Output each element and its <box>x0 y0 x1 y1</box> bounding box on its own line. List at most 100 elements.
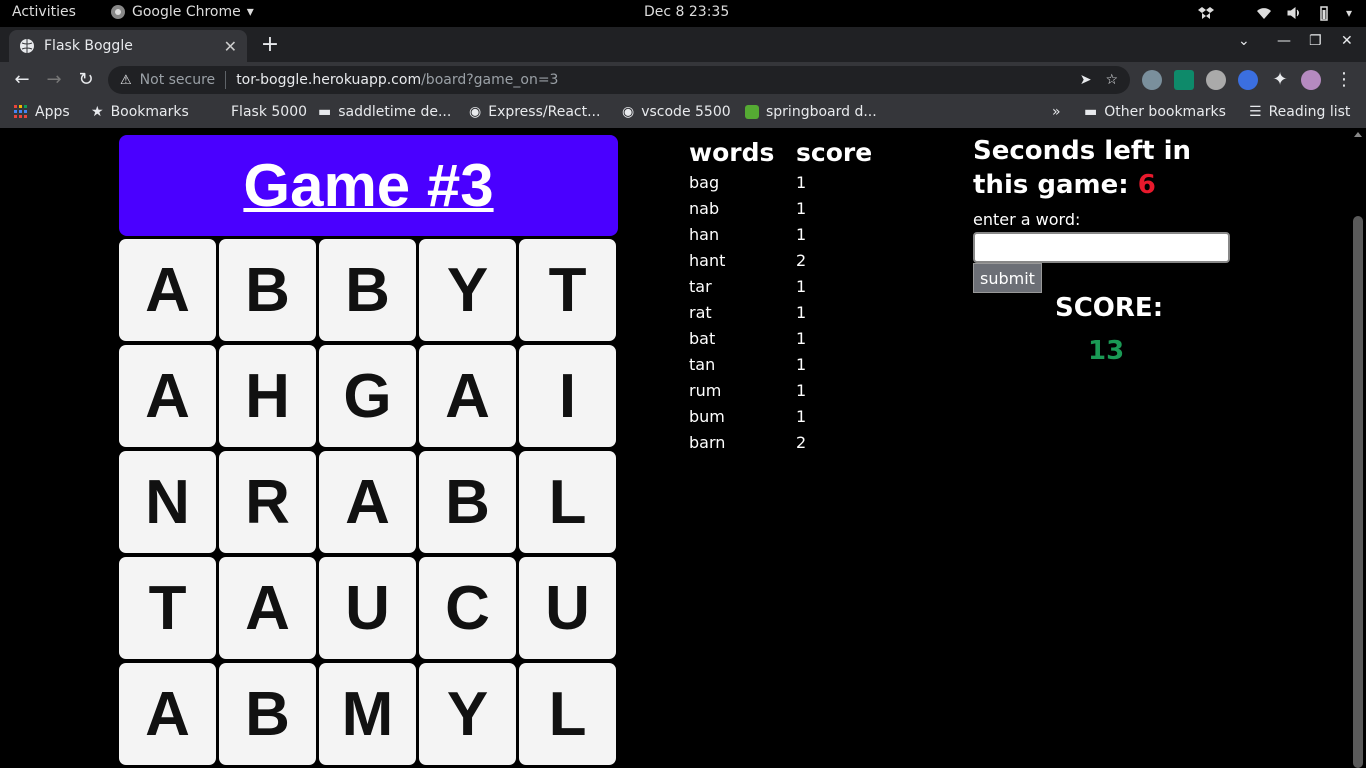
close-window-button[interactable]: ✕ <box>1341 33 1353 49</box>
system-tray[interactable]: ▾ <box>1197 5 1352 21</box>
board-cell: M <box>319 663 416 765</box>
wifi-icon[interactable] <box>1256 5 1272 21</box>
minimize-button[interactable]: — <box>1277 33 1291 49</box>
star-icon[interactable]: ☆ <box>1105 72 1118 88</box>
bookmark-label: Bookmarks <box>110 104 189 120</box>
close-icon[interactable]: ✕ <box>224 37 237 56</box>
bookmark-item[interactable]: springboard d... <box>745 104 877 120</box>
board-cell: B <box>219 663 316 765</box>
bookmark-apps[interactable]: Apps <box>14 104 70 120</box>
page-content: Game #3 ABBYTAHGAINRABLTAUCUABMYL words … <box>0 128 1350 768</box>
new-tab-button[interactable]: + <box>258 32 282 57</box>
bookmarks-overflow-button[interactable]: » <box>1052 104 1061 120</box>
bookmark-item[interactable]: ▬ saddletime de... <box>318 104 451 120</box>
springboard-icon <box>745 105 759 119</box>
timer: Seconds left in this game: 6 <box>973 134 1253 202</box>
table-row: nab 1 <box>689 196 872 222</box>
tab-title: Flask Boggle <box>44 38 133 54</box>
word-input-label: enter a word: <box>973 210 1081 229</box>
table-row: han 1 <box>689 222 872 248</box>
score-cell: 1 <box>796 173 807 192</box>
submit-button[interactable]: submit <box>973 263 1042 293</box>
extension-icon[interactable] <box>1174 70 1194 90</box>
clock[interactable]: Dec 8 23:35 <box>644 4 729 20</box>
word-cell: bag <box>689 173 720 192</box>
reload-button[interactable]: ↻ <box>74 68 98 92</box>
security-label[interactable]: Not secure <box>140 72 216 88</box>
word-cell: hant <box>689 251 726 270</box>
warning-icon[interactable]: ⚠ <box>120 73 132 88</box>
divider <box>225 71 227 89</box>
board-cell: G <box>319 345 416 447</box>
reading-list[interactable]: ☰ Reading list <box>1249 104 1350 120</box>
app-menu[interactable]: Google Chrome ▾ <box>110 4 254 20</box>
chrome-icon <box>111 5 125 19</box>
board-cell: C <box>419 557 516 659</box>
table-row: bat 1 <box>689 326 872 352</box>
word-cell: bum <box>689 407 725 426</box>
menu-icon[interactable]: ⋮ <box>1332 68 1356 92</box>
board-cell: A <box>119 345 216 447</box>
board-cell: R <box>219 451 316 553</box>
board-cell: A <box>119 239 216 341</box>
address-bar[interactable]: ⚠ Not secure tor-boggle.herokuapp.com /b… <box>108 66 1130 94</box>
star-icon: ★ <box>91 104 104 120</box>
score-cell: 1 <box>796 303 807 322</box>
page-scrollbar[interactable] <box>1350 128 1366 768</box>
words-table: words score bag 1 nab 1 han 1 hant 2 tar 1 rat 1 bat… <box>689 136 872 456</box>
bookmark-label: vscode 5500 <box>641 104 731 120</box>
board-cell: Y <box>419 239 516 341</box>
forward-button[interactable]: → <box>42 68 66 92</box>
word-input[interactable] <box>973 232 1230 263</box>
bookmark-label: Apps <box>35 104 70 120</box>
puzzle-icon[interactable]: ✦ <box>1268 68 1292 92</box>
board-cell: U <box>519 557 616 659</box>
tab-search-icon[interactable]: ⌄ <box>1238 33 1250 49</box>
board-cell: A <box>319 451 416 553</box>
extension-icon[interactable] <box>1206 70 1226 90</box>
chevron-down-icon: ▾ <box>246 4 254 20</box>
bookmark-item[interactable]: Flask 5000 <box>231 104 307 120</box>
back-button[interactable]: ← <box>10 68 34 92</box>
extension-icon[interactable] <box>1238 70 1258 90</box>
avatar[interactable] <box>1301 70 1321 90</box>
table-row: barn 2 <box>689 430 872 456</box>
word-cell: rum <box>689 381 722 400</box>
app-menu-label: Google Chrome <box>132 4 241 20</box>
extension-icon[interactable] <box>1142 70 1162 90</box>
table-row: bum 1 <box>689 404 872 430</box>
dropbox-icon[interactable] <box>1197 5 1214 21</box>
bookmark-bookmarks[interactable]: ★ Bookmarks <box>91 104 189 120</box>
bookmark-label: Other bookmarks <box>1104 104 1226 120</box>
game-header: Game #3 <box>119 135 618 236</box>
seconds-left: 6 <box>1137 170 1156 200</box>
url-host: tor-boggle.herokuapp.com <box>236 72 422 88</box>
scrollbar-thumb[interactable] <box>1353 216 1363 768</box>
bookmark-item[interactable]: ◉ Express/React... <box>469 104 600 120</box>
battery-icon[interactable] <box>1316 5 1332 21</box>
boggle-board: ABBYTAHGAINRABLTAUCUABMYL <box>119 239 619 765</box>
tab-flask-boggle[interactable]: Flask Boggle ✕ <box>9 30 247 62</box>
bookmark-label: Reading list <box>1268 104 1351 120</box>
bookmark-item[interactable]: ◉ vscode 5500 <box>622 104 731 120</box>
scroll-up-arrow[interactable] <box>1354 132 1362 137</box>
game-title-link[interactable]: Game #3 <box>243 151 493 220</box>
chevron-down-icon[interactable]: ▾ <box>1346 6 1352 20</box>
table-header: words score <box>689 136 872 170</box>
url-path: /board?game_on=3 <box>421 72 559 88</box>
word-form: enter a word: submit <box>973 210 1230 293</box>
board-cell: A <box>219 557 316 659</box>
maximize-button[interactable]: ❐ <box>1309 33 1322 49</box>
send-icon[interactable]: ➤ <box>1080 72 1092 88</box>
folder-icon: ▬ <box>318 104 332 120</box>
table-row: tar 1 <box>689 274 872 300</box>
bookmark-other[interactable]: ▬ Other bookmarks <box>1084 104 1226 120</box>
board-cell: N <box>119 451 216 553</box>
volume-icon[interactable] <box>1286 5 1302 21</box>
table-row: hant 2 <box>689 248 872 274</box>
bookmark-label: springboard d... <box>766 104 877 120</box>
activities-button[interactable]: Activities <box>12 4 76 20</box>
board-cell: U <box>319 557 416 659</box>
folder-icon: ▬ <box>1084 104 1098 120</box>
score-cell: 1 <box>796 407 807 426</box>
